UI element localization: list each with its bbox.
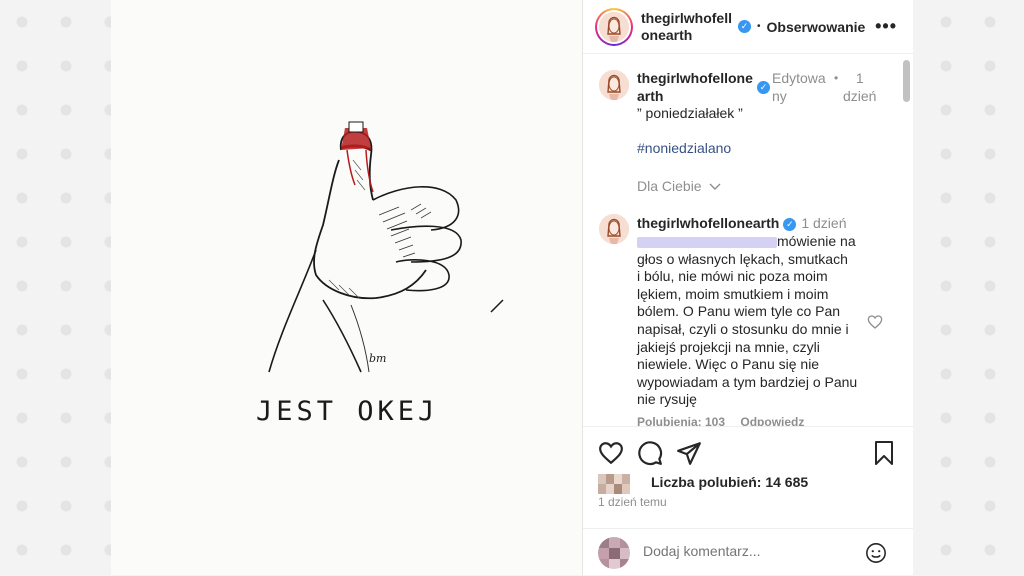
author-avatar [599,11,629,42]
heart-icon[interactable] [598,440,624,466]
comments-list[interactable]: thegirlwhofellone arth ✓ Edytowa ny • 1 … [583,54,899,426]
more-horizontal-icon[interactable]: ••• [875,16,897,37]
comment-first-line: mówienie na [777,233,856,249]
bookmark-icon[interactable] [872,440,896,466]
following-button[interactable]: Obserwowanie [767,19,866,35]
avatar-illustration-icon [599,11,629,42]
comments-scrollbar[interactable] [903,58,910,424]
caption-text: ” poniedziałałek ” [637,105,743,121]
liker-avatars[interactable] [598,474,630,494]
caption-separator: • [834,71,839,85]
comment-input[interactable] [641,542,845,560]
caption-hashtag[interactable]: #noniedzialano [637,140,731,158]
edited-label-line2: ny [772,87,787,104]
artist-signature: bm [369,352,386,365]
drawing-caption: JEST OKEJ [256,396,438,427]
post-header: thegirlwhofell onearth ✓ • Obserwowanie … [583,0,913,54]
hand-drawing: bm JEST OKEJ [256,121,504,427]
reply-button[interactable]: Odpowiedz [740,415,804,426]
comment-line: bólem. O Panu wiem tyle co Pan [637,303,841,320]
caption-time[interactable]: 1 dzień [843,70,876,105]
caption-time-line1[interactable]: 1 [843,70,876,88]
comment-body: thegirlwhofellonearth ✓ 1 dzień mówienie… [637,215,887,426]
header-separator: • [757,21,761,32]
post-sidebar: thegirlwhofell onearth ✓ • Obserwowanie … [583,0,913,575]
redacted-mention [637,236,777,248]
current-user-avatar [598,537,630,569]
comment-line: nie rysuję [637,391,697,408]
caption-username-line1[interactable]: thegirlwhofellone [637,70,762,88]
author-username[interactable]: thegirlwhofell onearth [641,10,732,44]
comment-line: jakiejś projekcji na mnie, czyli [637,338,820,355]
caption-time-line2[interactable]: dzień [843,88,876,106]
smile-icon[interactable] [865,542,887,564]
edited-label: Edytowa ny [772,70,826,105]
likes-count[interactable]: Liczba polubień: 14 685 [651,474,808,492]
comment-line: głos o własnych lękach, smutkach [637,250,848,267]
chevron-down-icon [709,183,721,190]
comment-line: i bólu, nie mówi nic poza moim [637,268,828,285]
comment-line: wypowiadam a tym bardziej o Panu [637,373,858,390]
comment-avatar[interactable] [599,214,629,244]
edited-label-line1: Edytowa [772,70,826,86]
comment-line: napisał, czyli o stosunku do mnie i [637,320,849,337]
post-image[interactable]: bm JEST OKEJ [111,0,583,575]
comment-meta: Polubienia: 103 Odpowiedz [637,415,887,426]
instagram-post-modal: bm JEST OKEJ thegirlwhofell onearth ✓ • … [111,0,913,575]
add-comment-bar [583,528,913,576]
scrollbar-thumb[interactable] [903,60,910,102]
comment-icon[interactable] [637,440,663,466]
avatar-illustration-icon [599,214,629,244]
author-username-line2[interactable]: onearth [641,27,732,44]
comment-likes-count[interactable]: Polubienia: 103 [637,415,725,426]
share-icon[interactable] [676,440,702,466]
caption-username[interactable]: thegirlwhofellone arth [637,70,762,105]
verified-badge-icon: ✓ [783,217,797,231]
avatar-illustration-icon [599,70,629,100]
comment-line: niewiele. Więc o Panu się nie [637,356,820,373]
comment-time[interactable]: 1 dzień [801,215,846,233]
comment-like-heart-icon[interactable] [867,314,883,330]
caption-avatar[interactable] [599,70,629,100]
post-timestamp[interactable]: 1 dzień temu [598,495,667,509]
comment-line: lękiem, moim smutkiem i moim [637,285,829,302]
author-username-line1[interactable]: thegirlwhofell [641,10,732,27]
caption-username-line2[interactable]: arth [637,88,762,106]
author-avatar-ring[interactable] [595,7,633,46]
verified-badge-icon: ✓ [757,81,770,94]
for-you-toggle[interactable]: Dla Ciebie [637,178,722,196]
comment-username[interactable]: thegirlwhofellonearth [637,215,779,233]
for-you-label[interactable]: Dla Ciebie [637,178,702,196]
verified-badge-icon: ✓ [738,20,751,33]
post-actions: Liczba polubień: 14 685 1 dzień temu [583,426,913,509]
